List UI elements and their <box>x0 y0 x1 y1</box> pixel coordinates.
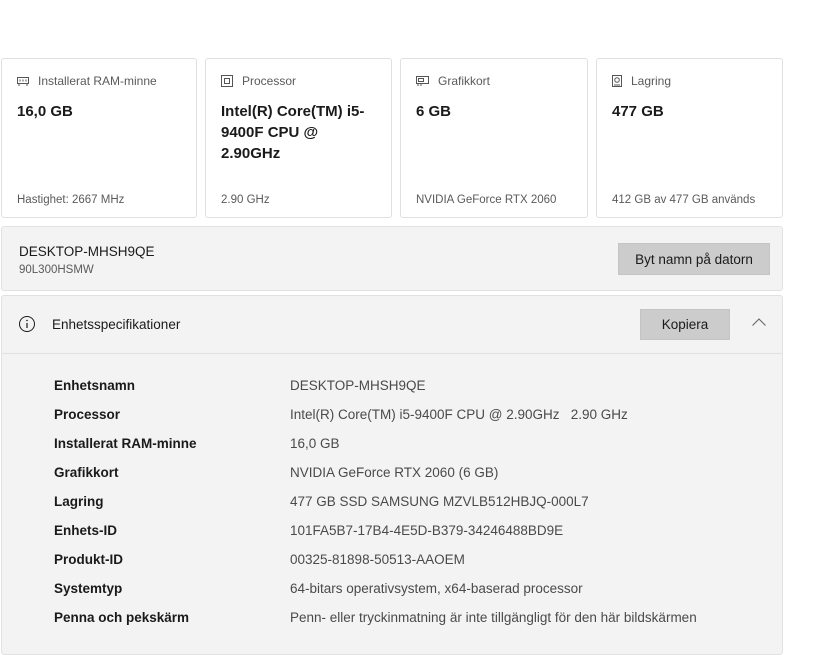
spec-row-device-name: Enhetsnamn DESKTOP-MHSH9QE <box>54 378 754 407</box>
spec-key: Processor <box>54 407 121 422</box>
spec-value: 16,0 GB <box>290 436 340 451</box>
storage-card: Lagring 477 GB 412 GB av 477 GB används <box>596 58 783 218</box>
spec-key: Lagring <box>54 494 104 509</box>
spec-key: Systemtyp <box>54 581 123 596</box>
spec-row-graphics: Grafikkort NVIDIA GeForce RTX 2060 (6 GB… <box>54 465 754 494</box>
spec-key: Enhets-ID <box>54 523 118 538</box>
spec-row-product-id: Produkt-ID 00325-81898-50513-AAOEM <box>54 552 754 581</box>
spec-value: 00325-81898-50513-AAOEM <box>290 552 465 567</box>
rename-pc-button[interactable]: Byt namn på datorn <box>618 243 770 275</box>
spec-key: Penna och pekskärm <box>54 610 190 625</box>
spec-value: Penn- eller tryckinmatning är inte tillg… <box>290 610 697 625</box>
specifications-title: Enhetsspecifikationer <box>52 317 181 332</box>
spec-value: 477 GB SSD SAMSUNG MZVLB512HBJQ-000L7 <box>290 494 589 509</box>
specifications-header[interactable]: Enhetsspecifikationer Kopiera <box>2 296 782 354</box>
spec-row-processor: Processor Intel(R) Core(TM) i5-9400F CPU… <box>54 407 754 436</box>
card-value: 6 GB <box>416 103 452 120</box>
card-value: 16,0 GB <box>17 103 73 120</box>
spec-row-device-id: Enhets-ID 101FA5B7-17B4-4E5D-B379-342464… <box>54 523 754 552</box>
specifications-list: Enhetsnamn DESKTOP-MHSH9QE Processor Int… <box>54 378 754 639</box>
spec-key: Enhetsnamn <box>54 378 136 393</box>
spec-key: Installerat RAM-minne <box>54 436 197 451</box>
copy-button[interactable]: Kopiera <box>640 309 730 340</box>
device-name: DESKTOP-MHSH9QE <box>19 244 155 259</box>
chevron-up-icon[interactable] <box>751 317 767 327</box>
spec-key: Grafikkort <box>54 465 119 480</box>
spec-value: 101FA5B7-17B4-4E5D-B379-34246488BD9E <box>290 523 564 538</box>
card-footer: 412 GB av 477 GB används <box>612 194 756 206</box>
storage-icon <box>612 75 622 87</box>
spec-value: DESKTOP-MHSH9QE <box>290 378 426 393</box>
spec-row-system-type: Systemtyp 64-bitars operativsystem, x64-… <box>54 581 754 610</box>
spec-row-pen-touch: Penna och pekskärm Penn- eller tryckinma… <box>54 610 754 639</box>
graphics-card: Grafikkort 6 GB NVIDIA GeForce RTX 2060 <box>400 58 588 218</box>
card-label: Processor <box>242 74 297 88</box>
spec-row-ram: Installerat RAM-minne 16,0 GB <box>54 436 754 465</box>
spec-value: NVIDIA GeForce RTX 2060 (6 GB) <box>290 465 499 480</box>
spec-value: 64-bitars operativsystem, x64-baserad pr… <box>290 581 583 596</box>
card-label: Grafikkort <box>438 74 491 88</box>
card-value: 477 GB <box>612 103 664 120</box>
ram-icon <box>17 76 29 86</box>
spec-value: Intel(R) Core(TM) i5-9400F CPU @ 2.90GHz… <box>290 407 628 422</box>
ram-card: Installerat RAM-minne 16,0 GB Hastighet:… <box>1 58 197 218</box>
graphics-card-icon <box>416 76 429 86</box>
card-value: Intel(R) Core(TM) i5-9400F CPU @ 2.90GHz <box>221 103 365 162</box>
processor-icon <box>221 75 233 87</box>
card-label: Lagring <box>631 74 672 88</box>
spec-row-storage: Lagring 477 GB SSD SAMSUNG MZVLB512HBJQ-… <box>54 494 754 523</box>
device-specifications-panel: Enhetsspecifikationer Kopiera Enhetsnamn… <box>1 295 783 655</box>
spec-key: Produkt-ID <box>54 552 123 567</box>
card-footer: Hastighet: 2667 MHz <box>17 194 125 206</box>
info-icon <box>19 316 35 332</box>
card-footer: NVIDIA GeForce RTX 2060 <box>416 194 557 206</box>
processor-card: Processor Intel(R) Core(TM) i5-9400F CPU… <box>205 58 392 218</box>
card-footer: 2.90 GHz <box>221 194 270 206</box>
device-name-bar: DESKTOP-MHSH9QE 90L300HSMW Byt namn på d… <box>1 226 783 291</box>
card-label: Installerat RAM-minne <box>38 74 157 88</box>
device-model: 90L300HSMW <box>19 264 94 276</box>
